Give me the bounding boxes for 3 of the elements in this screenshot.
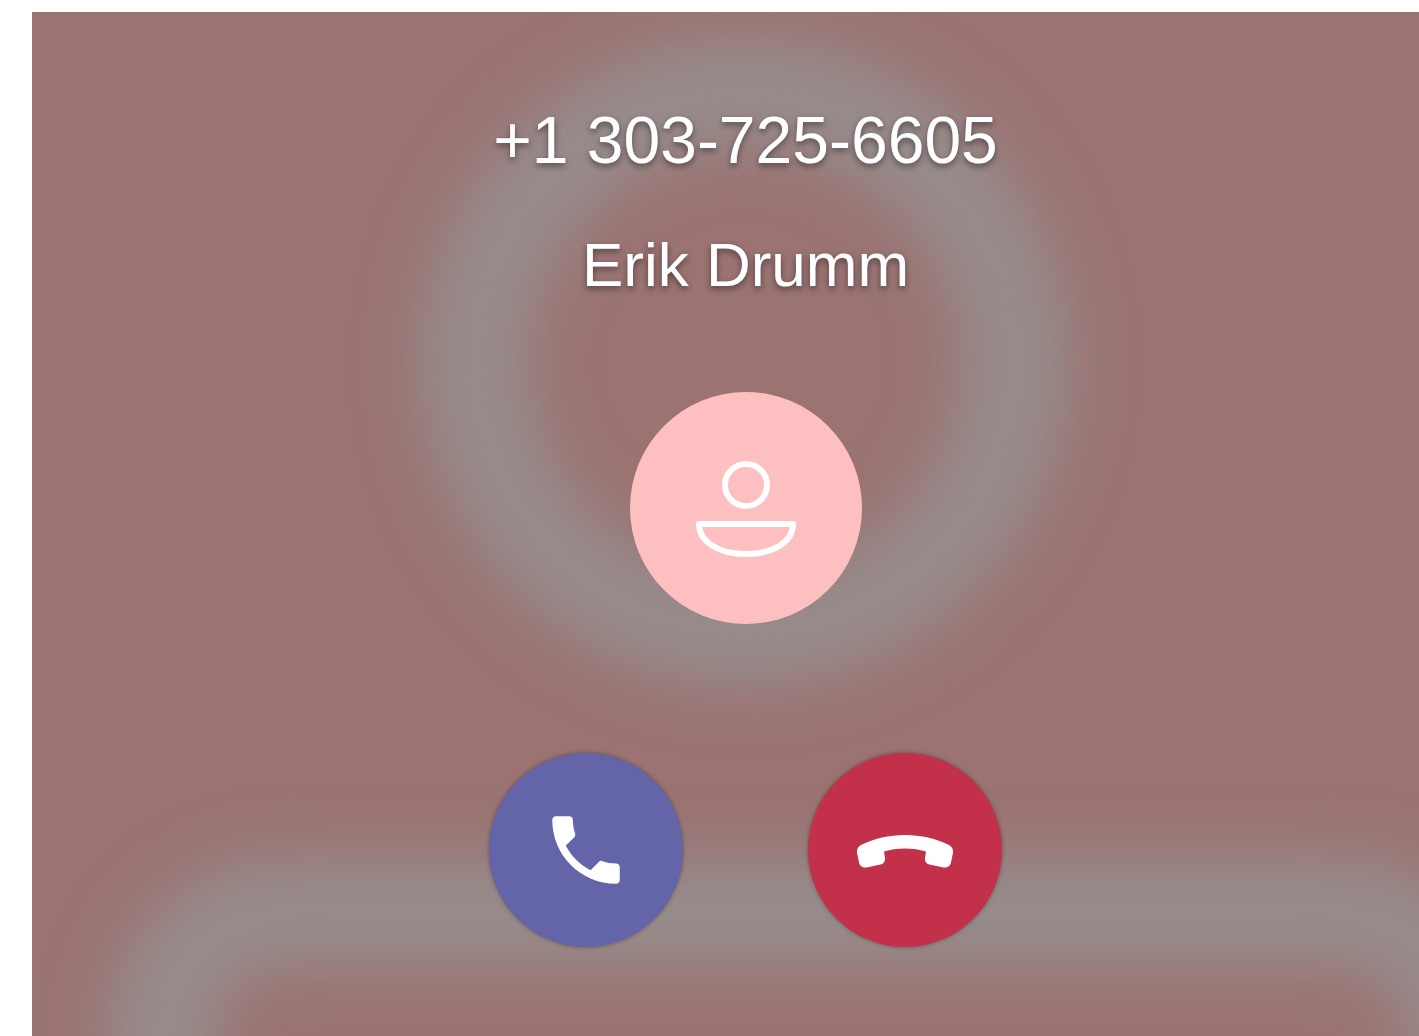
caller-name: Erik Drumm — [581, 229, 910, 301]
person-icon — [693, 458, 798, 558]
phone-number: +1 303-725-6605 — [493, 102, 998, 179]
